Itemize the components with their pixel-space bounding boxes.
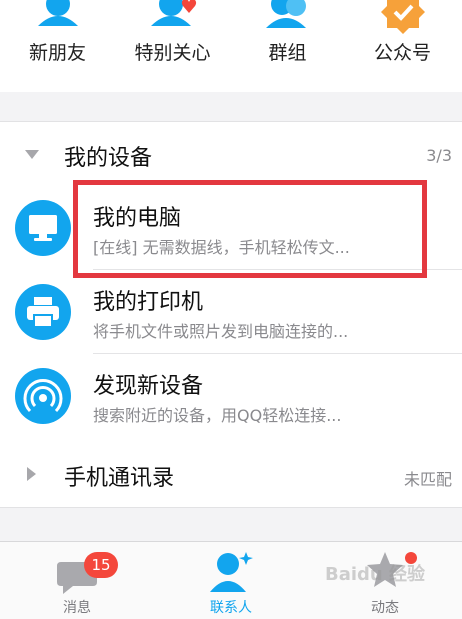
section-divider [0, 507, 462, 541]
tab-label: 动态 [371, 600, 399, 616]
computer-icon [15, 200, 71, 256]
group-icon [265, 0, 306, 28]
tab-messages[interactable]: 15 消息 [0, 542, 154, 619]
highlight-box [73, 180, 427, 278]
expand-arrow-icon [25, 150, 39, 159]
new-friend-icon [37, 0, 78, 26]
collapsed-arrow-icon [27, 467, 36, 481]
tab-label: 联系人 [210, 600, 252, 616]
tab-label: 消息 [63, 600, 91, 616]
printer-icon [15, 284, 71, 340]
quick-nav-label: 特别关心 [134, 42, 211, 64]
quick-nav-public-account[interactable]: 公众号 [345, 0, 460, 92]
group-status: 未匹配 [403, 470, 452, 489]
special-care-heart-icon [150, 0, 196, 26]
radar-icon [15, 368, 71, 424]
contacts-person-icon [210, 552, 253, 592]
group-count: 3/3 [426, 146, 452, 165]
device-item-my-printer[interactable]: 我的打印机 将手机文件或照片发到电脑连接的... [0, 270, 462, 354]
device-item-discover-new[interactable]: 发现新设备 搜索附近的设备，用QQ轻松连接... [0, 354, 462, 438]
device-title: 发现新设备 [93, 374, 204, 399]
device-subtitle: 搜索附近的设备，用QQ轻松连接... [93, 406, 342, 425]
group-header-phone-contacts[interactable]: 手机通讯录 未匹配 [0, 442, 462, 506]
group-title: 我的设备 [64, 146, 153, 171]
public-account-icon [380, 0, 425, 34]
device-title: 我的打印机 [93, 290, 204, 315]
section-divider [0, 92, 462, 122]
group-title: 手机通讯录 [64, 466, 175, 491]
quick-nav-label: 新朋友 [28, 42, 86, 64]
group-header-my-devices[interactable]: 我的设备 3/3 [0, 122, 462, 186]
tab-contacts[interactable]: 联系人 [154, 542, 308, 619]
quick-nav-label: 群组 [268, 42, 307, 64]
quick-nav: 新朋友 特别关心 群组 公众号 [0, 0, 462, 92]
quick-nav-special-care[interactable]: 特别关心 [115, 0, 230, 92]
quick-nav-new-friend[interactable]: 新朋友 [0, 0, 115, 92]
device-subtitle: 将手机文件或照片发到电脑连接的... [93, 322, 349, 341]
watermark: Baidu 经验 [325, 564, 426, 585]
quick-nav-group[interactable]: 群组 [230, 0, 345, 92]
quick-nav-label: 公众号 [373, 42, 431, 64]
unread-badge: 15 [84, 552, 118, 578]
